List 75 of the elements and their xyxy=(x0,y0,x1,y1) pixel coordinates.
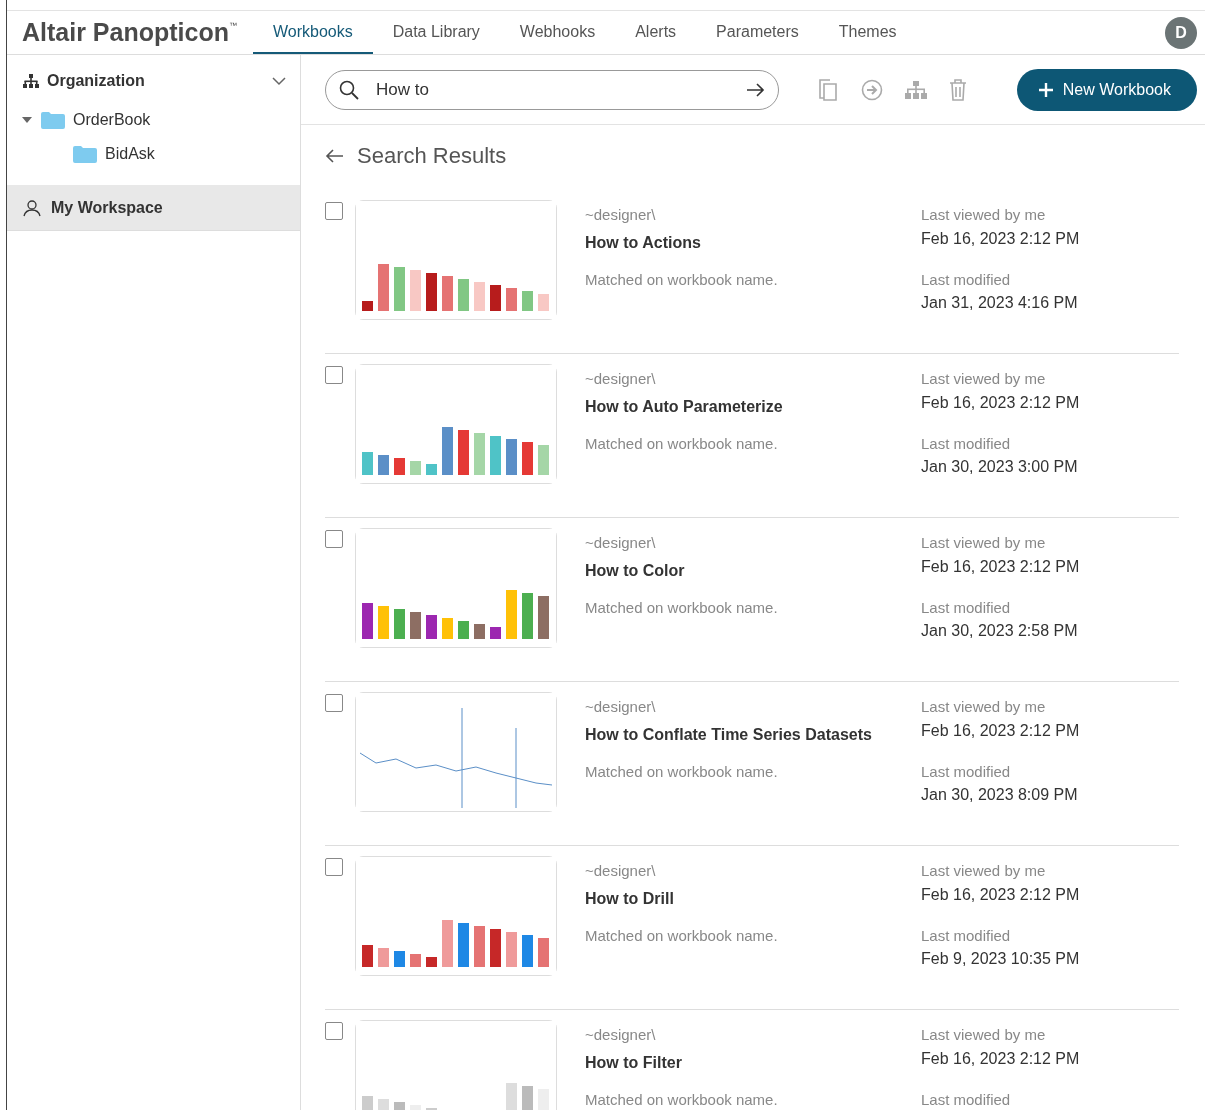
viewed-date: Feb 16, 2023 2:12 PM xyxy=(921,884,1080,905)
workbook-path: ~designer\ xyxy=(585,697,657,717)
viewed-label: Last viewed by me xyxy=(921,369,1047,389)
new-workbook-button[interactable]: New Workbook xyxy=(1016,68,1197,111)
nav-tab[interactable]: Themes xyxy=(818,11,917,54)
search-icon xyxy=(339,79,359,100)
modified-label: Last modified xyxy=(921,269,1012,290)
workbook-path: ~designer\ xyxy=(585,369,657,389)
match-note: Matched on workbook name. xyxy=(585,761,779,782)
workbook-name[interactable]: How to Auto Parameterize xyxy=(585,394,921,419)
copy-icon[interactable] xyxy=(819,78,839,101)
viewed-date: Feb 16, 2023 2:12 PM xyxy=(921,556,1080,577)
viewed-label: Last viewed by me xyxy=(921,697,1047,717)
nav-tab[interactable]: Webhooks xyxy=(499,11,616,54)
tree-item[interactable]: OrderBook xyxy=(73,108,151,132)
nav-tab[interactable]: Parameters xyxy=(696,11,819,54)
workbook-name[interactable]: How to Filter xyxy=(585,1050,921,1075)
plus-icon xyxy=(1038,82,1053,97)
back-arrow-icon[interactable] xyxy=(325,148,343,163)
modified-date: Jan 30, 2023 3:00 PM xyxy=(921,457,1079,477)
folder-icon xyxy=(41,111,65,129)
viewed-date: Feb 16, 2023 2:12 PM xyxy=(921,228,1080,249)
hierarchy-icon xyxy=(23,74,39,88)
modified-label: Last modified xyxy=(921,1089,1012,1110)
folder-icon xyxy=(73,145,97,163)
modified-label: Last modified xyxy=(921,761,1012,782)
user-icon xyxy=(23,198,41,217)
match-note: Matched on workbook name. xyxy=(585,925,779,946)
workbook-path: ~designer\ xyxy=(585,1025,657,1045)
modified-label: Last modified xyxy=(921,597,1012,618)
checkbox[interactable] xyxy=(325,366,343,384)
match-note: Matched on workbook name. xyxy=(585,433,779,454)
modified-date: Jan 31, 2023 4:16 PM xyxy=(921,293,1079,313)
viewed-label: Last viewed by me xyxy=(921,861,1047,881)
checkbox[interactable] xyxy=(325,694,343,712)
workbook-path: ~designer\ xyxy=(585,533,657,553)
modified-date: Jan 30, 2023 8:09 PM xyxy=(921,785,1079,805)
nav-tab[interactable]: Alerts xyxy=(615,11,697,54)
workbook-path: ~designer\ xyxy=(585,861,657,881)
match-note: Matched on workbook name. xyxy=(585,1089,779,1110)
search-field[interactable]: How to xyxy=(325,69,779,110)
sidebar-item[interactable]: My Workspace xyxy=(7,185,300,231)
arrow-circle-icon[interactable] xyxy=(861,78,883,101)
workbook-name[interactable]: How to Color xyxy=(585,558,921,583)
checkbox[interactable] xyxy=(325,1022,343,1040)
match-note: Matched on workbook name. xyxy=(585,597,779,618)
workbook-path: ~designer\ xyxy=(585,205,657,225)
checkbox[interactable] xyxy=(325,202,343,220)
checkbox[interactable] xyxy=(325,530,343,548)
trash-icon[interactable] xyxy=(949,78,967,101)
modified-label: Last modified xyxy=(921,433,1012,454)
nav-tab[interactable]: Workbooks xyxy=(252,11,373,54)
nav-tab[interactable]: Data Library xyxy=(372,11,500,54)
viewed-label: Last viewed by me xyxy=(921,533,1047,553)
viewed-label: Last viewed by me xyxy=(921,205,1047,225)
match-note: Matched on workbook name. xyxy=(585,269,779,290)
viewed-date: Feb 16, 2023 2:12 PM xyxy=(921,1048,1080,1069)
user-avatar[interactable]: D xyxy=(1165,16,1197,49)
section-title[interactable]: Organization xyxy=(47,69,145,93)
arrow-right-icon[interactable] xyxy=(747,82,765,97)
viewed-date: Feb 16, 2023 2:12 PM xyxy=(921,720,1080,741)
checkbox[interactable] xyxy=(325,858,343,876)
viewed-label: Last viewed by me xyxy=(921,1025,1047,1045)
modified-label: Last modified xyxy=(921,925,1012,946)
workbook-name[interactable]: How to Conflate Time Series Datasets xyxy=(585,722,921,747)
results-title: Search Results xyxy=(357,142,507,170)
modified-date: Jan 30, 2023 2:58 PM xyxy=(921,621,1079,641)
workbook-name[interactable]: How to Actions xyxy=(585,230,921,255)
app-logo: Altair Panopticon$^{™}$ xyxy=(21,16,238,48)
modified-date: Feb 9, 2023 10:35 PM xyxy=(921,949,1080,969)
hierarchy-icon[interactable] xyxy=(905,80,927,99)
workbook-name[interactable]: How to Drill xyxy=(585,886,921,911)
viewed-date: Feb 16, 2023 2:12 PM xyxy=(921,392,1080,413)
chevron-icon[interactable] xyxy=(272,76,286,86)
tree-item[interactable]: BidAsk xyxy=(105,142,155,166)
